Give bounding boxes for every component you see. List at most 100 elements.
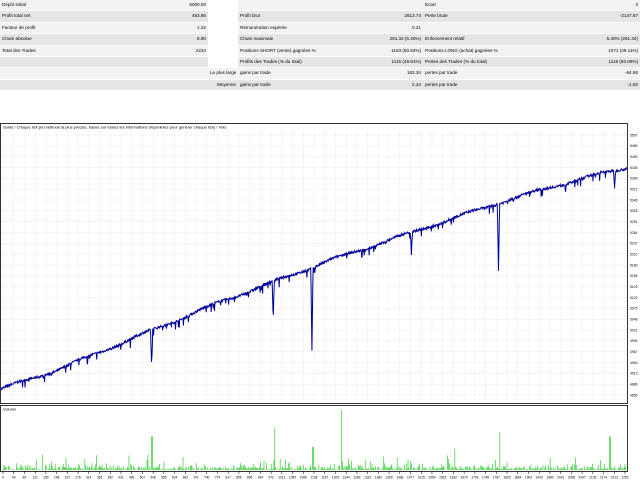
report-cell: Perte brute xyxy=(423,10,563,23)
report-row: Chute absolue 8.90 Chute maximale 291.34 (5… xyxy=(0,33,640,46)
report-cell: 163.34 xyxy=(338,67,423,80)
report-cell: 1.22 xyxy=(80,22,208,35)
report-cell xyxy=(563,22,640,35)
x-tick-label: 1167 xyxy=(321,476,328,480)
report-cell: 1163 (50.84%) xyxy=(338,45,423,58)
report-cell: 8.90 xyxy=(80,33,208,46)
x-tick-label: 1942 xyxy=(536,476,543,480)
report-row: Profits des Trades (% du total) 1115 (49.… xyxy=(0,56,640,69)
y-tick-label: 5183 xyxy=(630,263,638,267)
y-tick-label: 5102 xyxy=(630,296,638,300)
report-cell: gains par trade xyxy=(238,79,338,92)
x-tick-label: 856 xyxy=(236,476,242,480)
x-tick-label: 0 xyxy=(2,476,4,480)
y-tick-label: 5237 xyxy=(630,242,638,246)
x-tick-label: 353 xyxy=(97,476,103,480)
report-row: Profit total net 483.86 Profit brut 2613.74… xyxy=(0,10,640,23)
x-tick-label: 40 xyxy=(12,476,16,480)
x-tick-label: 1399 xyxy=(386,476,393,480)
report-row: Dépôt initial 5000.00 Ecart 2 xyxy=(0,0,640,12)
balance-chart-panel: Solde / Chaque tick (la méthode la plus … xyxy=(0,91,640,480)
x-tick-label: 2097 xyxy=(579,476,586,480)
x-tick-label: 80 xyxy=(23,476,27,480)
x-tick-label: 624 xyxy=(172,476,178,480)
report-cell xyxy=(0,67,80,80)
x-tick-label: 276 xyxy=(75,476,81,480)
x-tick-label: 1011 xyxy=(278,476,285,480)
x-tick-label: 1748 xyxy=(482,476,489,480)
report-cell: 2.34 xyxy=(338,79,423,92)
report-cell: 291.34 (5.40%) xyxy=(338,33,423,46)
y-tick-label: 4913 xyxy=(630,372,638,376)
x-tick-label: 701 xyxy=(193,476,199,480)
x-tick-label: 1360 xyxy=(375,476,382,480)
x-tick-label: 972 xyxy=(268,476,274,480)
x-tick-label: 1825 xyxy=(503,476,510,480)
x-tick-label: 1593 xyxy=(439,476,446,480)
report-cell: Positions SHORT (vente) gagnées % xyxy=(238,45,338,58)
x-tick-label: 817 xyxy=(226,476,232,480)
report-cell xyxy=(208,10,238,23)
y-tick-label: 4967 xyxy=(630,350,638,354)
x-tick-label: 585 xyxy=(161,476,167,480)
y-tick-label: 4994 xyxy=(630,339,638,343)
x-tick-label: 1322 xyxy=(364,476,371,480)
report-cell: 5000.00 xyxy=(80,0,208,12)
report-row: Facteur de profit 1.22 Rémunération espéré… xyxy=(0,22,640,35)
report-cell: Positions LONG (achat) gagnées % xyxy=(423,45,563,58)
chart-background xyxy=(0,91,640,480)
x-tick-label: 469 xyxy=(129,476,135,480)
x-tick-label: 662 xyxy=(183,476,189,480)
report-cell: 2613.74 xyxy=(338,10,423,23)
x-tick-label: 1438 xyxy=(396,476,403,480)
x-tick-label: 2174 xyxy=(600,476,607,480)
report-cell xyxy=(0,56,80,69)
x-tick-label: 1864 xyxy=(514,476,521,480)
report-cell: Chute absolue xyxy=(0,33,80,46)
report-cell xyxy=(208,22,238,35)
report-cell: Moyenne xyxy=(208,79,238,92)
x-tick-label: 1244 xyxy=(343,476,350,480)
x-tick-label: 2058 xyxy=(568,476,575,480)
report-cell: 2234 xyxy=(80,45,208,58)
x-tick-label: 2213 xyxy=(611,476,618,480)
x-tick-label: 1128 xyxy=(311,476,318,480)
report-cell: Profit brut xyxy=(238,10,338,23)
x-tick-label: 2135 xyxy=(589,476,596,480)
x-tick-label: 1554 xyxy=(428,476,435,480)
report-summary-table: Dépôt initial 5000.00 Ecart 2 Profit total n… xyxy=(0,0,640,126)
y-tick-label: 5048 xyxy=(630,317,638,321)
y-tick-label: 5426 xyxy=(630,166,638,170)
report-cell xyxy=(208,56,238,69)
report-cell: 5.40% (291.34) xyxy=(563,33,640,46)
x-tick-label: 198 xyxy=(54,476,60,480)
report-cell: 0.21 xyxy=(338,22,423,35)
x-tick-label: 507 xyxy=(140,476,146,480)
report-cell xyxy=(423,22,563,35)
report-row: Le plus large gains par trade 163.34 pertes… xyxy=(0,67,640,80)
y-tick-label: 4940 xyxy=(630,361,638,365)
x-tick-label: 1089 xyxy=(300,476,307,480)
x-tick-label: 1050 xyxy=(289,476,296,480)
y-tick-label: 4859 xyxy=(630,393,638,397)
y-tick-label: 5075 xyxy=(630,307,638,311)
x-tick-label: 1709 xyxy=(471,476,478,480)
report-cell: -2147.87 xyxy=(563,10,640,23)
report-cell: Dépôt initial xyxy=(0,0,80,12)
y-tick-label: 5453 xyxy=(630,155,638,159)
report-cell: 1115 (49.91%) xyxy=(338,56,423,69)
report-cell: Facteur de profit xyxy=(0,22,80,35)
y-tick-label: 5129 xyxy=(630,285,638,289)
y-tick-label: 5345 xyxy=(630,198,638,202)
report-cell: Profit total net xyxy=(0,10,80,23)
y-tick-label: 5318 xyxy=(630,209,638,213)
x-tick-label: 392 xyxy=(108,476,114,480)
report-cell: Enfoncement relatif xyxy=(423,33,563,46)
report-cell xyxy=(80,67,208,80)
balance-chart: Solde / Chaque tick (la méthode la plus … xyxy=(0,91,640,480)
x-tick-label: 1980 xyxy=(546,476,553,480)
x-tick-label: 1477 xyxy=(407,476,414,480)
x-tick-label: 1283 xyxy=(353,476,360,480)
report-cell xyxy=(208,45,238,58)
y-tick-label: 5021 xyxy=(630,328,638,332)
